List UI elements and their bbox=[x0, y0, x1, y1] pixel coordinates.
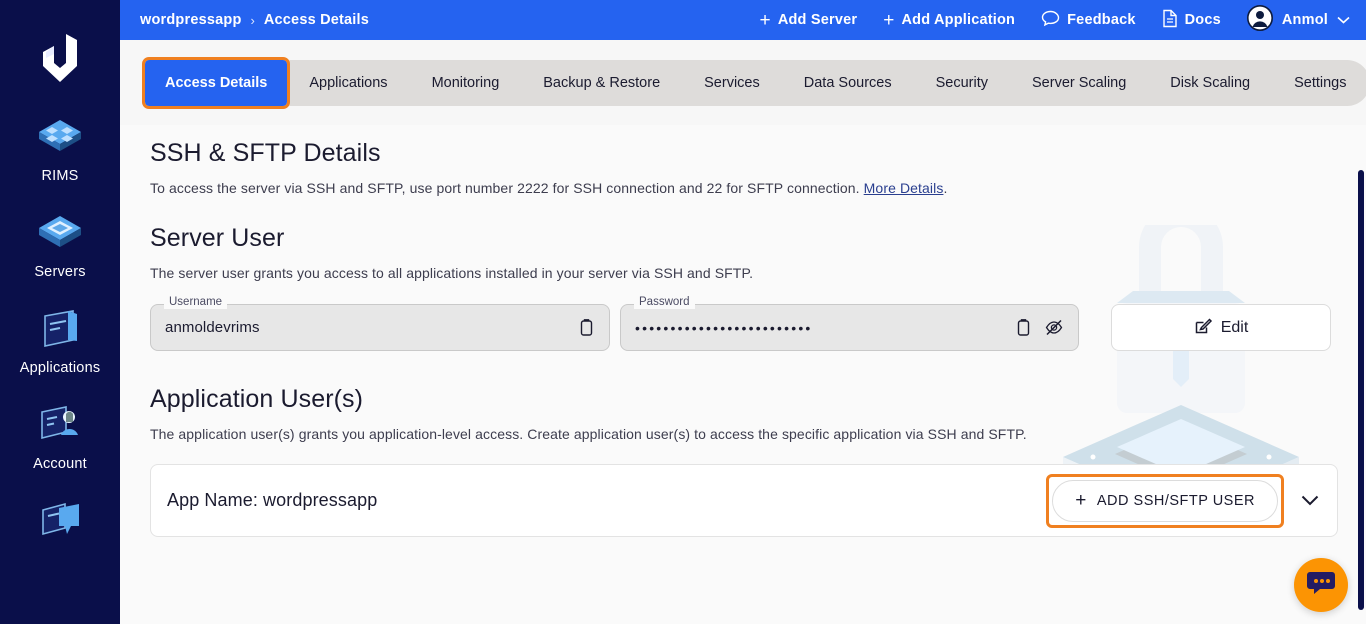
sidebar-item-support[interactable] bbox=[0, 498, 120, 552]
account-user-icon bbox=[33, 402, 87, 450]
username-field[interactable]: Username anmoldevrims bbox=[150, 296, 610, 351]
application-users-title: Application User(s) bbox=[150, 385, 364, 413]
support-chat-icon bbox=[33, 498, 87, 546]
sidebar: RIMS Servers Applications Account bbox=[0, 0, 120, 624]
add-server-button[interactable]: + Add Server bbox=[760, 11, 858, 30]
sidebar-item-applications[interactable]: Applications bbox=[0, 306, 120, 376]
add-ssh-sftp-user-button[interactable]: + ADD SSH/SFTP USER bbox=[1052, 479, 1278, 522]
chevron-down-icon bbox=[1337, 12, 1350, 28]
top-bar-actions: + Add Server + Add Application Feedback … bbox=[760, 5, 1350, 35]
ssh-section-description: To access the server via SSH and SFTP, u… bbox=[150, 180, 1366, 196]
more-details-link[interactable]: More Details bbox=[864, 180, 944, 196]
application-users-section: Application User(s) The application user… bbox=[120, 385, 1366, 537]
edit-pencil-icon bbox=[1194, 316, 1213, 340]
sidebar-item-rims[interactable]: RIMS bbox=[0, 114, 120, 184]
breadcrumb: wordpressapp › Access Details bbox=[140, 12, 369, 28]
password-value: ••••••••••••••••••••••••• bbox=[635, 319, 813, 336]
docs-label: Docs bbox=[1184, 12, 1221, 28]
page-scrollbar[interactable] bbox=[1358, 170, 1364, 610]
tab-security[interactable]: Security bbox=[914, 62, 1010, 104]
sidebar-item-label: Applications bbox=[19, 360, 101, 376]
copy-icon[interactable] bbox=[1015, 318, 1032, 337]
application-users-description: The application user(s) grants you appli… bbox=[150, 426, 1027, 442]
application-user-card: App Name: wordpressapp + ADD SSH/SFTP US… bbox=[150, 464, 1338, 537]
username-value: anmoldevrims bbox=[165, 319, 260, 336]
breadcrumb-root[interactable]: wordpressapp bbox=[140, 12, 242, 28]
ssh-sftp-section: SSH & SFTP Details To access the server … bbox=[120, 125, 1366, 196]
add-server-label: Add Server bbox=[777, 12, 858, 28]
main-content: SSH & SFTP Details To access the server … bbox=[120, 125, 1366, 624]
username-field-label: Username bbox=[164, 296, 228, 309]
breadcrumb-separator-icon: › bbox=[250, 12, 255, 28]
server-user-title: Server User bbox=[150, 224, 285, 252]
tab-disk-scaling[interactable]: Disk Scaling bbox=[1148, 62, 1272, 104]
plus-icon: + bbox=[883, 9, 895, 31]
sidebar-item-label: RIMS bbox=[41, 168, 79, 184]
server-user-section: Server User The server user grants you a… bbox=[120, 224, 1366, 351]
server-user-fields: Username anmoldevrims Password •••••••••… bbox=[150, 296, 1366, 351]
app-logo[interactable] bbox=[36, 32, 84, 84]
rims-stack-icon bbox=[33, 114, 87, 162]
tab-list: Access Details Applications Monitoring B… bbox=[141, 56, 1366, 109]
username-field-icons bbox=[578, 318, 609, 337]
applications-card-icon bbox=[33, 306, 87, 354]
plus-icon: + bbox=[1075, 490, 1087, 511]
tab-services[interactable]: Services bbox=[682, 62, 782, 104]
tab-backup-restore[interactable]: Backup & Restore bbox=[521, 62, 682, 104]
support-chat-button[interactable] bbox=[1294, 558, 1348, 612]
ssh-description-text: To access the server via SSH and SFTP, u… bbox=[150, 180, 864, 196]
app-name-label: App Name: wordpressapp bbox=[167, 490, 378, 510]
user-menu[interactable]: Anmol bbox=[1246, 5, 1350, 35]
tab-applications[interactable]: Applications bbox=[287, 62, 409, 104]
document-icon bbox=[1162, 9, 1178, 32]
tab-access-details[interactable]: Access Details bbox=[141, 56, 291, 109]
tab-data-sources[interactable]: Data Sources bbox=[782, 62, 914, 104]
feedback-label: Feedback bbox=[1067, 12, 1136, 28]
docs-button[interactable]: Docs bbox=[1162, 9, 1221, 32]
chevron-down-icon bbox=[1301, 495, 1319, 506]
chat-dots-icon bbox=[1306, 569, 1336, 602]
breadcrumb-current: Access Details bbox=[263, 12, 370, 28]
tab-monitoring[interactable]: Monitoring bbox=[410, 62, 522, 104]
copy-icon[interactable] bbox=[578, 318, 595, 337]
sidebar-item-label: Account bbox=[33, 456, 87, 472]
add-ssh-sftp-user-highlight: + ADD SSH/SFTP USER bbox=[1046, 473, 1284, 528]
edit-button-label: Edit bbox=[1220, 318, 1249, 336]
sidebar-item-servers[interactable]: Servers bbox=[0, 210, 120, 280]
add-ssh-sftp-user-label: ADD SSH/SFTP USER bbox=[1096, 492, 1255, 509]
eye-off-icon[interactable] bbox=[1044, 318, 1064, 337]
tab-server-scaling[interactable]: Server Scaling bbox=[1010, 62, 1148, 104]
tab-strip: Access Details Applications Monitoring B… bbox=[120, 40, 1366, 125]
sidebar-item-account[interactable]: Account bbox=[0, 402, 120, 472]
top-bar: wordpressapp › Access Details + Add Serv… bbox=[120, 0, 1366, 40]
edit-button[interactable]: Edit bbox=[1111, 304, 1331, 351]
password-field-icons bbox=[1015, 318, 1078, 337]
expand-application-card-button[interactable] bbox=[1293, 484, 1327, 518]
feedback-button[interactable]: Feedback bbox=[1041, 10, 1136, 31]
password-field-label: Password bbox=[634, 296, 695, 309]
server-chip-icon bbox=[33, 210, 87, 258]
add-application-label: Add Application bbox=[901, 12, 1016, 28]
plus-icon: + bbox=[759, 9, 771, 31]
sidebar-item-label: Servers bbox=[34, 264, 86, 280]
user-name-label: Anmol bbox=[1281, 12, 1328, 28]
ssh-description-period: . bbox=[943, 180, 948, 196]
password-field[interactable]: Password ••••••••••••••••••••••••• bbox=[620, 296, 1079, 351]
server-user-description: The server user grants you access to all… bbox=[150, 265, 754, 281]
avatar-icon bbox=[1246, 5, 1273, 35]
ssh-section-title: SSH & SFTP Details bbox=[150, 139, 381, 167]
chat-bubble-icon bbox=[1041, 10, 1060, 31]
tab-settings[interactable]: Settings bbox=[1272, 62, 1366, 104]
application-card-actions: + ADD SSH/SFTP USER bbox=[1046, 473, 1337, 528]
add-application-button[interactable]: + Add Application bbox=[883, 11, 1015, 30]
